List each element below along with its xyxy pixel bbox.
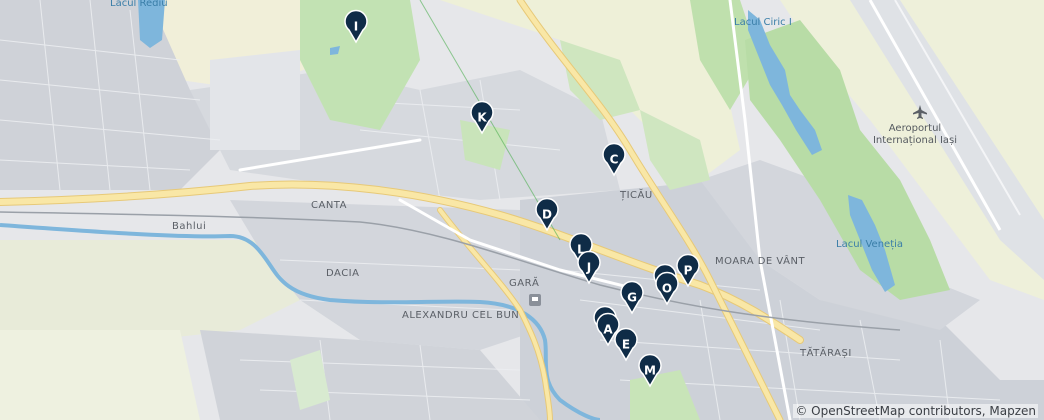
marker-label: J	[586, 261, 591, 275]
marker-label: A	[603, 323, 613, 337]
label-moara: MOARA DE VÂNT	[715, 254, 805, 267]
label-aeroport: Aeroportul	[889, 123, 941, 134]
label-canta: CANTA	[311, 200, 347, 211]
label-dacia: DACIA	[326, 268, 359, 279]
marker-label: I	[354, 20, 358, 34]
marker-label: K	[477, 111, 487, 125]
label-ticau: ȚICĂU	[619, 188, 653, 201]
marker-label: M	[644, 364, 656, 378]
map-attribution[interactable]: © OpenStreetMap contributors, Mapzen	[793, 404, 1038, 418]
train-station-icon	[529, 294, 541, 306]
label-lacul-ciric: Lacul Ciric I	[734, 17, 792, 28]
label-bahlui: Bahlui	[172, 221, 206, 232]
marker-label: D	[542, 208, 552, 222]
marker-label: E	[622, 338, 630, 352]
marker-label: C	[610, 153, 619, 167]
map-canvas[interactable]: Lacul Rediu Lacul Ciric I Aeroportul Int…	[0, 0, 1044, 420]
label-tatarasi: TĂTĂRAȘI	[799, 346, 852, 359]
marker-label: P	[684, 264, 693, 278]
label-lacul-venetia: Lacul Veneția	[836, 239, 903, 250]
label-alexandru: ALEXANDRU CEL BUN	[402, 310, 519, 321]
label-lacul-rediu: Lacul Rediu	[110, 0, 168, 9]
marker-label: O	[662, 282, 672, 296]
label-gara: GARĂ	[509, 276, 539, 289]
marker-label: G	[627, 291, 637, 305]
label-aeroport-line2: Internațional Iași	[873, 135, 957, 146]
